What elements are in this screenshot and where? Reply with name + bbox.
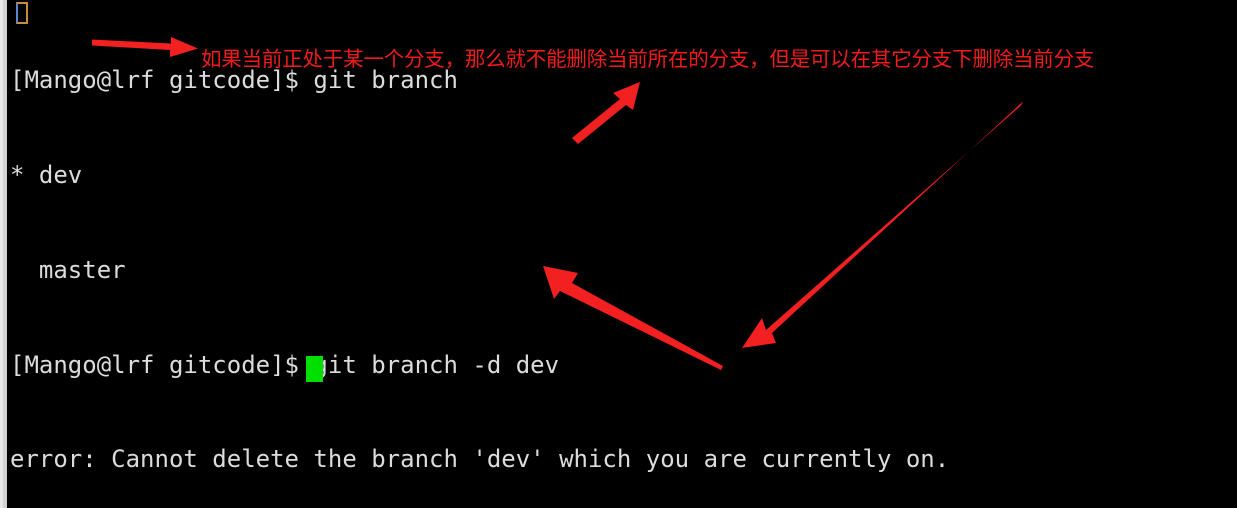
terminal-output: [Mango@lrf gitcode]$ git branch * dev ma… <box>10 2 1235 508</box>
annotation-text: 如果当前正处于某一个分支，那么就不能删除当前所在的分支，但是可以在其它分支下删除… <box>201 47 1095 71</box>
terminal-line: error: Cannot delete the branch 'dev' wh… <box>10 445 950 474</box>
window-left-border <box>0 0 7 508</box>
text-cursor <box>306 356 323 382</box>
terminal-line: * dev <box>10 160 83 189</box>
terminal-line: master <box>10 255 126 284</box>
terminal-line: [Mango@lrf gitcode]$ git branch -d dev <box>10 350 560 379</box>
terminal-window: [Mango@lrf gitcode]$ git branch * dev ma… <box>0 0 1237 508</box>
